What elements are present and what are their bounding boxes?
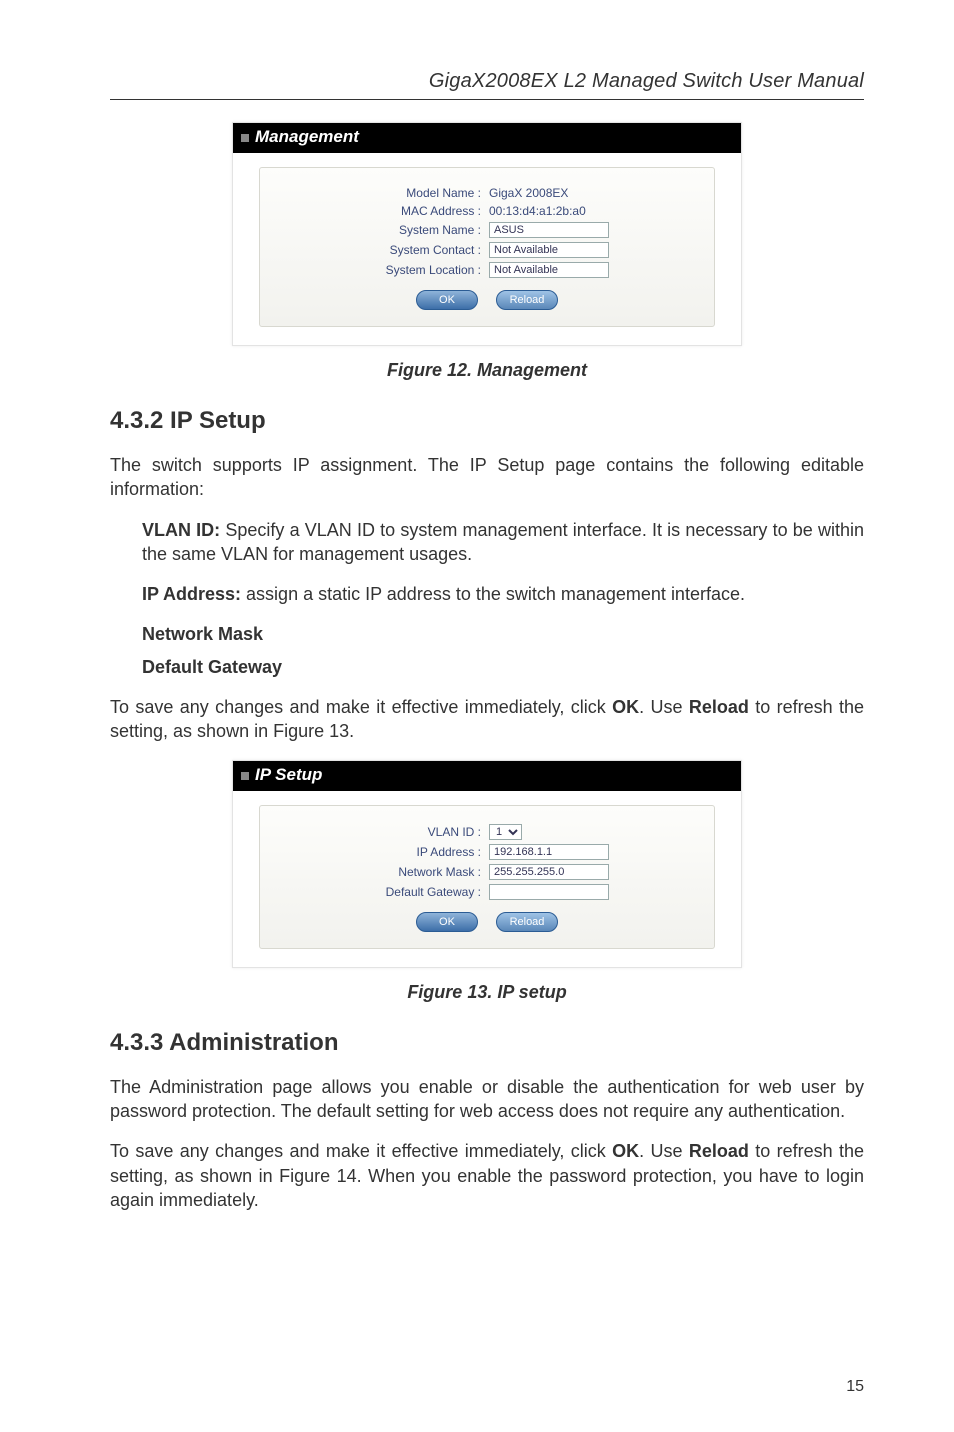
bullet-network-mask: Network Mask — [142, 622, 864, 646]
figure12-ok-button[interactable]: OK — [416, 290, 478, 310]
system-contact-field-wrap — [489, 242, 629, 258]
figure13-button-row: OK Reload — [272, 912, 702, 932]
figure12-button-row: OK Reload — [272, 290, 702, 310]
figure12-row-mac: MAC Address : 00:13:d4:a1:2b:a0 — [272, 204, 702, 218]
system-contact-input[interactable] — [489, 242, 609, 258]
mac-address-label: MAC Address : — [345, 204, 485, 218]
para2a: To save any changes and make it effectiv… — [110, 697, 612, 717]
section-432-heading: 4.3.2 IP Setup — [110, 407, 864, 435]
figure12-row-contact: System Contact : — [272, 242, 702, 258]
system-name-input[interactable] — [489, 222, 609, 238]
figure13-inner: VLAN ID : 1 IP Address : Network Mask : — [233, 791, 741, 967]
default-gateway-input-wrap — [489, 884, 629, 900]
vlan-id-select-wrap: 1 — [489, 824, 629, 840]
bullet-default-gateway: Default Gateway — [142, 655, 864, 679]
vlan-id-field-label: VLAN ID : — [345, 825, 485, 839]
default-gateway-field-label: Default Gateway : — [345, 885, 485, 899]
section-433-para1: The Administration page allows you enabl… — [110, 1075, 864, 1124]
s433-p2a: To save any changes and make it effectiv… — [110, 1141, 612, 1161]
section-432-para2: To save any changes and make it effectiv… — [110, 695, 864, 744]
figure13-caption: Figure 13. IP setup — [110, 982, 864, 1003]
s433-p2-reload: Reload — [689, 1141, 749, 1161]
figure12-reload-button[interactable]: Reload — [496, 290, 558, 310]
s433-p2-ok: OK — [612, 1141, 639, 1161]
system-location-field-wrap — [489, 262, 629, 278]
ip-address-input-wrap — [489, 844, 629, 860]
network-mask-field-label: Network Mask : — [345, 865, 485, 879]
section-432-para1: The switch supports IP assignment. The I… — [110, 453, 864, 502]
model-name-value: GigaX 2008EX — [489, 186, 629, 200]
figure13-screenshot: IP Setup VLAN ID : 1 IP Address : Networ… — [232, 760, 742, 968]
figure13-reload-button[interactable]: Reload — [496, 912, 558, 932]
s433-p2b: . Use — [639, 1141, 689, 1161]
page-number: 15 — [846, 1378, 864, 1396]
ip-address-input[interactable] — [489, 844, 609, 860]
ip-address-field-label: IP Address : — [345, 845, 485, 859]
model-name-label: Model Name : — [345, 186, 485, 200]
bullet-vlan-id: VLAN ID: Specify a VLAN ID to system man… — [142, 518, 864, 567]
ip-address-label: IP Address: — [142, 584, 241, 604]
system-contact-label: System Contact : — [345, 243, 485, 257]
mac-address-value: 00:13:d4:a1:2b:a0 — [489, 204, 629, 218]
default-gateway-input[interactable] — [489, 884, 609, 900]
section-433-heading: 4.3.3 Administration — [110, 1029, 864, 1057]
figure13-titlebar: IP Setup — [233, 761, 741, 791]
figure12-panel: Model Name : GigaX 2008EX MAC Address : … — [259, 167, 715, 327]
figure12-row-sysname: System Name : — [272, 222, 702, 238]
figure13-row-gateway: Default Gateway : — [272, 884, 702, 900]
vlan-id-label: VLAN ID: — [142, 520, 220, 540]
figure13-row-vlan: VLAN ID : 1 — [272, 824, 702, 840]
figure13-row-mask: Network Mask : — [272, 864, 702, 880]
figure13-row-ip: IP Address : — [272, 844, 702, 860]
page-root: GigaX2008EX L2 Managed Switch User Manua… — [0, 0, 954, 1432]
para2b: . Use — [639, 697, 689, 717]
vlan-id-select[interactable]: 1 — [489, 824, 522, 840]
figure12-row-location: System Location : — [272, 262, 702, 278]
bullet-ip-address: IP Address: assign a static IP address t… — [142, 582, 864, 606]
system-name-field-wrap — [489, 222, 629, 238]
system-location-input[interactable] — [489, 262, 609, 278]
figure12-row-model: Model Name : GigaX 2008EX — [272, 186, 702, 200]
figure12-screenshot: Management Model Name : GigaX 2008EX MAC… — [232, 122, 742, 346]
figure13-panel: VLAN ID : 1 IP Address : Network Mask : — [259, 805, 715, 949]
figure13-ok-button[interactable]: OK — [416, 912, 478, 932]
system-name-label: System Name : — [345, 223, 485, 237]
page-header: GigaX2008EX L2 Managed Switch User Manua… — [110, 70, 864, 100]
ip-address-text: assign a static IP address to the switch… — [241, 584, 745, 604]
vlan-id-text: Specify a VLAN ID to system management i… — [142, 520, 864, 564]
figure12-inner: Model Name : GigaX 2008EX MAC Address : … — [233, 153, 741, 345]
para2-ok: OK — [612, 697, 639, 717]
figure12-titlebar: Management — [233, 123, 741, 153]
network-mask-input-wrap — [489, 864, 629, 880]
network-mask-input[interactable] — [489, 864, 609, 880]
para2-reload: Reload — [689, 697, 749, 717]
system-location-label: System Location : — [345, 263, 485, 277]
figure12-caption: Figure 12. Management — [110, 360, 864, 381]
section-433-para2: To save any changes and make it effectiv… — [110, 1139, 864, 1212]
